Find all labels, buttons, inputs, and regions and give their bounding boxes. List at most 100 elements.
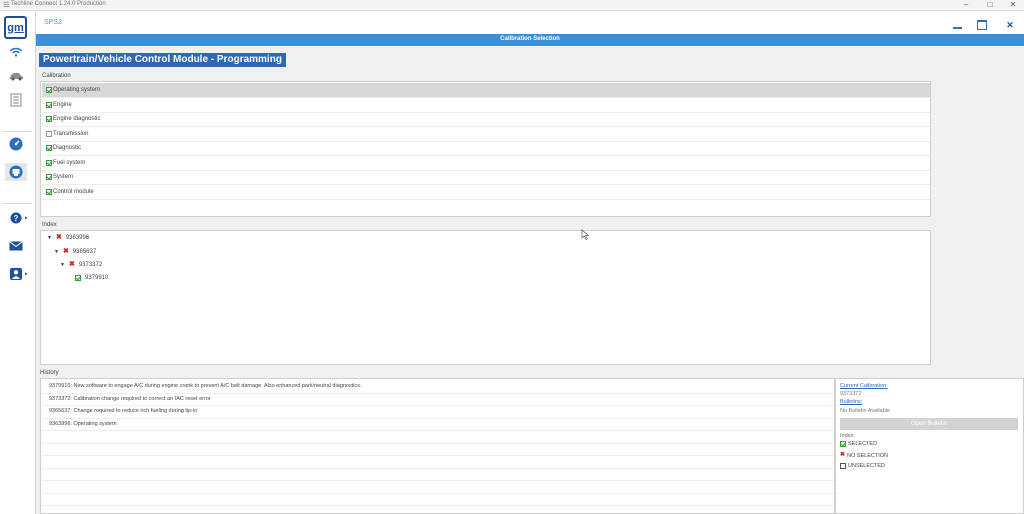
gm-logo[interactable]: gm [4, 16, 27, 39]
calibration-item-engine-diagnostic[interactable]: Engine diagnostic [42, 112, 930, 127]
history-row-text: 9363996: Operating system [49, 420, 117, 427]
window-title: Calibration Selection [500, 36, 560, 42]
calibration-item-label: Engine [53, 102, 72, 108]
os-close-button[interactable]: ✕ [1005, 0, 1021, 9]
history-row: 9363996: Operating system [42, 418, 834, 431]
tree-node-label: 9373372 [78, 261, 103, 268]
hamburger-menu-icon[interactable]: ☰ [3, 1, 9, 9]
checkbox-checked-icon[interactable] [46, 160, 52, 166]
selected-check-icon[interactable] [75, 275, 81, 281]
bulletins-label: Bulletins: [840, 399, 863, 405]
tree-node-label: 9363996 [65, 234, 90, 241]
history-row [42, 480, 834, 494]
gauge-icon[interactable] [5, 135, 27, 153]
calibration-item-label: Diagnostic [53, 145, 82, 151]
checkbox-checked-icon[interactable] [46, 102, 52, 108]
calibration-label: Calibration [42, 73, 71, 79]
history-list: 9379910: New software to engage A/C duri… [40, 378, 835, 514]
calibration-info-panel: Current Calibration: 9373372 Bulletins: … [835, 378, 1024, 514]
checkbox-checked-icon[interactable] [46, 145, 52, 151]
user-dropdown-icon[interactable]: ▸ [25, 271, 28, 277]
calibration-item-transmission[interactable]: Transmission [42, 127, 930, 142]
window-header: SPS2 ✕ [36, 11, 1024, 33]
bulletins-value: No Bulletin Available [840, 408, 891, 414]
rail-divider-2 [2, 203, 32, 204]
window-maximize-button[interactable] [974, 19, 990, 31]
index-tree: ▼ ✖ 9363996 ▼ ✖ 9365637 ▼ ✖ 9373372 9379… [40, 229, 931, 365]
page-title: Powertrain/Vehicle Control Module - Prog… [39, 53, 286, 67]
module-icon[interactable] [5, 163, 27, 181]
minimize-icon [952, 26, 962, 29]
mouse-cursor-icon [581, 229, 590, 240]
window-minimize-button[interactable] [949, 19, 965, 31]
tree-node[interactable]: ▼ ✖ 9373372 [60, 261, 102, 268]
os-maximize-button[interactable]: □ [982, 0, 998, 9]
tree-node[interactable]: 9379910 [75, 275, 108, 281]
tree-node[interactable]: ▼ ✖ 9363996 [47, 234, 89, 241]
calibration-item-engine[interactable]: Engine [42, 98, 930, 113]
expand-arrow-icon[interactable]: ▼ [60, 262, 65, 268]
calibration-item-diagnostic[interactable]: Diagnostic [42, 141, 930, 156]
app-name: SPS2 [44, 19, 62, 26]
history-row [42, 430, 834, 444]
calibration-item-control-module[interactable]: Control module [42, 185, 930, 200]
document-icon[interactable] [5, 91, 27, 109]
help-icon[interactable]: ? [5, 209, 27, 227]
checkbox-checked-icon[interactable] [46, 116, 52, 122]
checkbox-checked-icon[interactable] [46, 87, 52, 93]
history-row: 9373372: Calibration change required to … [42, 393, 834, 406]
legend-unselected-label: UNSELECTED [848, 463, 885, 469]
unselected-box-icon [840, 463, 846, 469]
window-close-button[interactable]: ✕ [1002, 19, 1018, 31]
index-label: Index [42, 222, 57, 228]
svg-text:?: ? [14, 214, 19, 223]
history-row [42, 443, 834, 456]
selected-check-icon [840, 441, 846, 447]
history-row [42, 493, 834, 506]
history-row: 9365637: Change required to reduce rich … [42, 405, 834, 419]
gm-logo-text: gm [7, 21, 24, 34]
calibration-item-label: Control module [53, 189, 94, 195]
wifi-icon[interactable] [5, 43, 27, 61]
expand-arrow-icon[interactable]: ▼ [47, 235, 52, 241]
history-row-text: 9373372: Calibration change required to … [49, 395, 211, 402]
left-rail: gm ? ▸ ▸ [0, 11, 36, 514]
expand-arrow-icon[interactable]: ▼ [54, 249, 59, 255]
no-selection-icon: ✖ [68, 261, 75, 268]
open-bulletin-button[interactable]: Open Bulletin [840, 418, 1018, 430]
tree-node-label: 9365637 [72, 248, 97, 255]
window-title-bar: Calibration Selection [36, 34, 1024, 46]
history-row-text: 9379910: New software to engage A/C duri… [49, 383, 362, 390]
calibration-list: Operating system Engine Engine diagnosti… [40, 81, 931, 217]
history-row-text: 9365637: Change required to reduce rich … [49, 408, 198, 415]
no-selection-icon: ✖ [55, 234, 62, 241]
history-row [42, 468, 834, 481]
checkbox-checked-icon[interactable] [46, 174, 52, 180]
tree-node[interactable]: ▼ ✖ 9365637 [54, 248, 96, 255]
no-selection-icon: ✖ [840, 452, 846, 458]
current-calibration-value: 9373372 [840, 391, 862, 397]
checkbox-checked-icon[interactable] [46, 189, 52, 195]
calibration-item-label: Engine diagnostic [53, 116, 101, 122]
calibration-item-fuel-system[interactable]: Fuel system [42, 156, 930, 171]
calibration-item-operating-system[interactable]: Operating system [42, 83, 930, 98]
history-label: History [40, 370, 59, 376]
history-row: 9379910: New software to engage A/C duri… [42, 380, 834, 394]
os-title-bar: ☰ Techline Connect 1.24.0 Production – □… [0, 0, 1024, 11]
user-icon[interactable] [5, 265, 27, 283]
maximize-icon [977, 20, 987, 30]
calibration-item-label: Transmission [53, 131, 89, 137]
calibration-item-system[interactable]: System [42, 170, 930, 185]
mail-icon[interactable] [5, 237, 27, 255]
legend-no-selection: ✖ NO SELECTION [840, 452, 888, 459]
current-calibration-label: Current Calibration: [840, 383, 888, 389]
legend-no-selection-label: NO SELECTION [847, 452, 888, 459]
os-minimize-button[interactable]: – [958, 0, 974, 9]
vehicle-icon[interactable] [5, 67, 27, 85]
os-window-title: Techline Connect 1.24.0 Production [11, 1, 106, 7]
checkbox-unchecked-icon[interactable] [46, 131, 52, 137]
legend-unselected: UNSELECTED [840, 463, 885, 469]
legend-selected: SELECTED [840, 441, 877, 447]
help-dropdown-icon[interactable]: ▸ [25, 215, 28, 221]
calibration-item-label: Fuel system [53, 160, 86, 166]
